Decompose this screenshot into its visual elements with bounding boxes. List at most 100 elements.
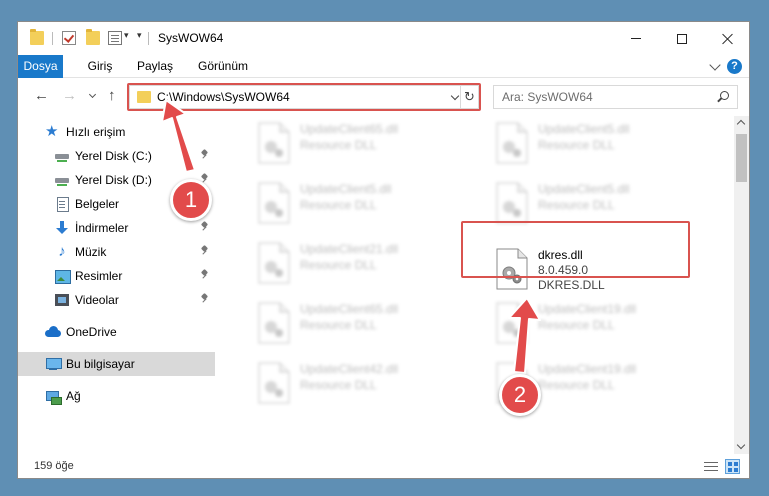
computer-icon <box>45 356 62 372</box>
new-folder-icon[interactable] <box>86 29 100 45</box>
file-list: UpdateClient65.dll Resource DLL UpdateCl… <box>215 116 734 454</box>
maximize-icon <box>677 33 687 44</box>
sidebar-item-label: OneDrive <box>66 325 117 339</box>
file-type: Resource DLL <box>300 318 377 332</box>
refresh-button[interactable]: ↻ <box>460 86 478 108</box>
sidebar-item-label: Ağ <box>66 389 81 403</box>
file-item[interactable]: UpdateClient19.dll Resource DLL <box>465 358 665 410</box>
step-1-callout: 1 <box>170 179 212 221</box>
dll-file-icon <box>258 302 290 344</box>
recent-locations-dropdown[interactable] <box>88 90 97 99</box>
sidebar-item-pictures[interactable]: Resimler <box>18 264 215 288</box>
scroll-down-icon[interactable] <box>736 440 746 450</box>
sidebar-item-label: Videolar <box>75 293 119 307</box>
sidebar-item-local-disk-c[interactable]: Yerel Disk (C:) <box>18 144 215 168</box>
dll-file-icon <box>258 182 290 224</box>
folder-icon <box>137 91 151 103</box>
sidebar-item-music[interactable]: ♪ Müzik <box>18 240 215 264</box>
file-name: UpdateClient5.dll <box>538 182 630 196</box>
file-item[interactable]: UpdateClient5.dll Resource DLL <box>465 118 665 170</box>
file-item[interactable]: UpdateClient19.dll Resource DLL <box>465 298 665 350</box>
file-name: UpdateClient65.dll <box>300 122 399 136</box>
navigation-pane: ★ Hızlı erişim Yerel Disk (C:) Yerel Dis… <box>18 116 215 454</box>
pin-down-icon[interactable]: ▾ <box>137 30 142 41</box>
file-type: Resource DLL <box>300 258 377 272</box>
vertical-scrollbar[interactable] <box>734 116 749 454</box>
tab-file[interactable]: Dosya <box>18 55 63 78</box>
dll-file-icon <box>258 122 290 164</box>
sidebar-item-label: İndirmeler <box>75 221 129 235</box>
maximize-button[interactable] <box>659 22 705 55</box>
help-icon[interactable]: ? <box>727 59 742 74</box>
file-name: UpdateClient21.dll <box>300 242 399 256</box>
sidebar-item-label: Resimler <box>75 269 123 283</box>
file-name: UpdateClient19.dll <box>538 302 637 316</box>
customize-toolbar-icon[interactable] <box>108 31 122 45</box>
address-path[interactable]: C:\Windows\SysWOW64 <box>157 90 290 104</box>
status-bar: 159 öğe <box>18 454 749 478</box>
file-type: Resource DLL <box>538 378 615 392</box>
sidebar-item-videos[interactable]: Videolar <box>18 288 215 312</box>
minimize-button[interactable] <box>613 22 659 55</box>
file-type: Resource DLL <box>300 198 377 212</box>
file-item[interactable]: UpdateClient42.dll Resource DLL <box>227 358 427 410</box>
sidebar-item-label: Yerel Disk (C:) <box>75 149 152 163</box>
pin-icon[interactable] <box>201 150 209 160</box>
title-separator <box>148 32 149 45</box>
file-name: UpdateClient5.dll <box>538 122 630 136</box>
file-highlight <box>461 221 690 278</box>
forward-button[interactable]: → <box>62 88 77 104</box>
pin-icon[interactable] <box>201 294 209 304</box>
file-item[interactable]: UpdateClient65.dll Resource DLL <box>227 298 427 350</box>
sidebar-item-label: Belgeler <box>75 197 120 211</box>
navigation-bar: ← → ↑ C:\Windows\SysWOW64 ↻ <box>18 79 749 115</box>
pin-icon[interactable] <box>201 270 209 280</box>
step-2-callout: 2 <box>499 374 541 416</box>
file-item[interactable]: UpdateClient65.dll Resource DLL <box>227 118 427 170</box>
folder-icon <box>30 29 44 45</box>
title-bar: ▾ ▾ SysWOW64 <box>18 22 749 55</box>
details-view-icon[interactable] <box>704 461 718 473</box>
sidebar-item-label: Müzik <box>75 245 107 259</box>
disk-icon <box>54 172 70 188</box>
search-input[interactable] <box>494 86 714 108</box>
back-button[interactable]: ← <box>34 88 49 104</box>
address-bar[interactable]: C:\Windows\SysWOW64 ↻ <box>129 85 479 109</box>
search-box[interactable] <box>493 85 738 109</box>
tab-view[interactable]: Görünüm <box>191 55 255 78</box>
dll-file-icon <box>496 122 528 164</box>
sidebar-item-network[interactable]: Ağ <box>18 384 215 408</box>
pin-icon[interactable] <box>201 246 209 256</box>
chevron-down-icon[interactable] <box>450 91 460 101</box>
scroll-thumb[interactable] <box>736 134 747 182</box>
expand-ribbon-icon[interactable] <box>709 59 721 71</box>
item-count: 159 öğe <box>34 460 74 472</box>
sidebar-item-quick-access[interactable]: ★ Hızlı erişim <box>18 120 215 144</box>
file-type: Resource DLL <box>300 138 377 152</box>
disk-icon <box>54 148 70 164</box>
search-icon[interactable] <box>720 91 729 100</box>
file-type: Resource DLL <box>300 378 377 392</box>
dll-file-icon <box>496 182 528 224</box>
properties-check-icon[interactable] <box>62 31 76 45</box>
file-name: UpdateClient65.dll <box>300 302 399 316</box>
dll-file-icon <box>258 242 290 284</box>
network-icon <box>45 388 62 405</box>
pin-icon[interactable] <box>201 222 209 232</box>
tab-home[interactable]: Giriş <box>81 55 119 78</box>
close-button[interactable] <box>705 22 749 55</box>
file-name: UpdateClient42.dll <box>300 362 399 376</box>
file-type: Resource DLL <box>538 138 615 152</box>
window-title: SysWOW64 <box>158 31 224 45</box>
large-icons-view-icon[interactable] <box>725 459 740 474</box>
chevron-down-icon[interactable]: ▾ <box>124 30 129 41</box>
sidebar-item-this-pc[interactable]: Bu bilgisayar <box>18 352 215 376</box>
tab-share[interactable]: Paylaş <box>130 55 180 78</box>
file-item[interactable]: UpdateClient5.dll Resource DLL <box>227 178 427 230</box>
up-button[interactable]: ↑ <box>108 88 116 104</box>
sidebar-item-onedrive[interactable]: OneDrive <box>18 320 215 344</box>
minimize-icon <box>631 38 641 39</box>
scroll-up-icon[interactable] <box>736 119 746 129</box>
dll-file-icon <box>258 362 290 404</box>
file-item[interactable]: UpdateClient21.dll Resource DLL <box>227 238 427 290</box>
